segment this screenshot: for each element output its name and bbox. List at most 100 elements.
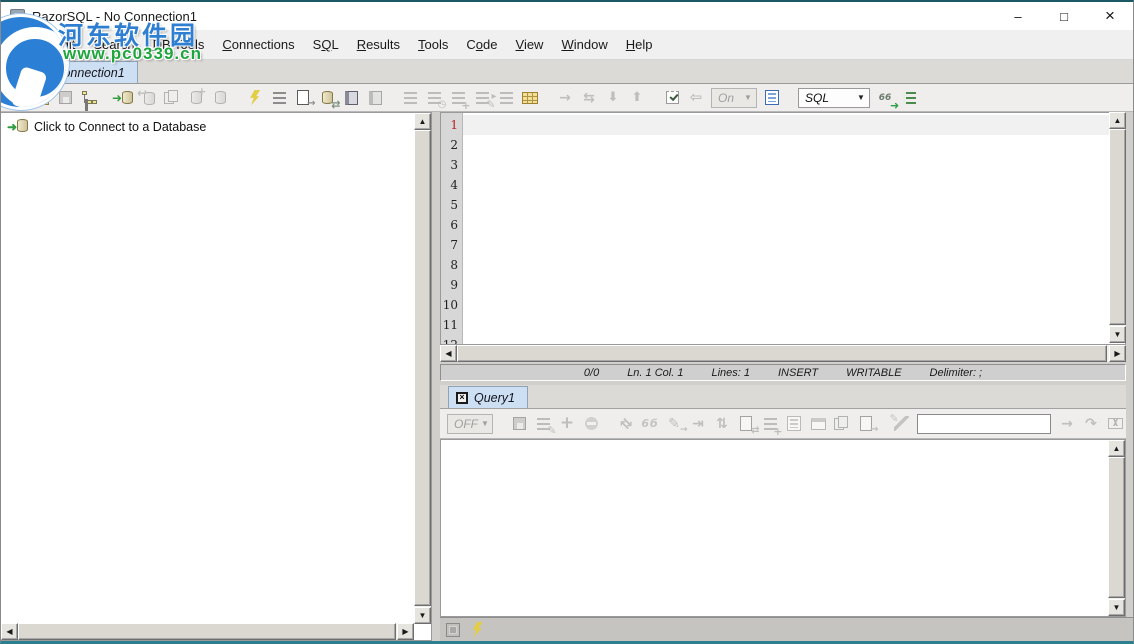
stop-query-icon[interactable]: [446, 623, 460, 637]
scroll-thumb[interactable]: [457, 345, 1107, 362]
commit-transaction-button[interactable]: [660, 86, 684, 110]
database-browser-button: [208, 86, 232, 110]
scroll-thumb[interactable]: [1108, 457, 1125, 598]
disconnect-database-icon: ↩: [139, 89, 158, 107]
search-next-icon: →: [1058, 415, 1077, 433]
menu-db-tools[interactable]: DB Tools: [144, 33, 214, 56]
scroll-thumb[interactable]: [1109, 129, 1126, 325]
save-results-icon: [510, 415, 529, 433]
menu-help[interactable]: Help: [617, 33, 662, 56]
open-file-button[interactable]: [29, 86, 53, 110]
copy-with-headers-button: →: [854, 412, 878, 436]
minimize-button[interactable]: –: [995, 2, 1041, 30]
edit-table-data-button[interactable]: [518, 86, 542, 110]
status-delimiter: Delimiter: ;: [930, 367, 983, 379]
menu-code[interactable]: Code: [457, 33, 506, 56]
auto-commit-select-value: On: [718, 91, 734, 105]
menu-view[interactable]: View: [507, 33, 553, 56]
auto-commit-select: On▼: [711, 88, 757, 108]
scroll-right-button[interactable]: ▶: [397, 623, 414, 640]
scroll-up-button[interactable]: ▲: [414, 113, 431, 130]
sql-history-button[interactable]: [339, 86, 363, 110]
goto-line-button[interactable]: 66➜: [873, 86, 897, 110]
go-next-icon: →: [556, 89, 575, 107]
call-log-button[interactable]: [760, 86, 784, 110]
describe-object-button[interactable]: [267, 86, 291, 110]
scroll-thumb[interactable]: [18, 623, 396, 640]
connection-tab[interactable]: × No Connection1: [9, 61, 138, 83]
scroll-down-button[interactable]: ▼: [414, 607, 431, 624]
sql-editor[interactable]: [463, 113, 1125, 344]
scroll-left-button[interactable]: ◀: [440, 345, 457, 362]
scroll-up-button[interactable]: ▲: [1109, 112, 1126, 129]
menu-file[interactable]: File: [5, 33, 44, 56]
export-data-button[interactable]: →: [291, 86, 315, 110]
query-tab-label: Query1: [474, 391, 515, 405]
sort-results-button: ⇅: [710, 412, 734, 436]
results-vscrollbar[interactable]: ▲ ▼: [1108, 440, 1125, 616]
status-selection: 0/0: [584, 367, 599, 379]
query-results-area[interactable]: [440, 439, 1126, 617]
editor-vscrollbar[interactable]: ▲ ▼: [1109, 112, 1126, 343]
filter-results-button: ✎: [531, 412, 555, 436]
query-toolbar: OFF▼✎+⇄6б✎→⇥⇅⇄+→✎→↷+: [440, 409, 1126, 439]
move-down-button: ⬇: [601, 86, 625, 110]
column-options-button: [782, 412, 806, 436]
maximize-button[interactable]: □: [1041, 2, 1087, 30]
line-number: 10: [441, 295, 458, 315]
scroll-left-button[interactable]: ◀: [1, 623, 18, 640]
editor-hscrollbar[interactable]: ◀ ▶: [440, 345, 1126, 362]
statement-type-select[interactable]: SQL▼: [798, 88, 870, 108]
connections-hscrollbar[interactable]: ◀ ▶: [1, 623, 414, 640]
line-number: 5: [441, 195, 458, 215]
refresh-connection-icon: ⇄: [318, 89, 337, 107]
move-up-button: ⬆: [625, 86, 649, 110]
execute-sql-button[interactable]: [243, 86, 267, 110]
database-browser-icon: [211, 89, 230, 107]
menu-window[interactable]: Window: [552, 33, 616, 56]
line-number: 3: [441, 155, 458, 175]
connections-panel[interactable]: ➜Click to Connect to a Database ▲ ▼ ◀ ▶: [1, 112, 432, 641]
menu-edit[interactable]: Edit: [44, 33, 84, 56]
scroll-thumb[interactable]: [414, 130, 431, 606]
email-results-button: [1103, 412, 1127, 436]
scroll-down-button[interactable]: ▼: [1108, 599, 1125, 616]
disconnect-database-button: ↩: [136, 86, 160, 110]
scroll-right-button[interactable]: ▶: [1109, 345, 1126, 362]
query-tab[interactable]: × Query1: [448, 386, 528, 408]
tree-item-connect[interactable]: ➜Click to Connect to a Database: [1, 113, 431, 134]
menu-search[interactable]: Search: [84, 33, 143, 56]
toggle-line-numbers-button[interactable]: [897, 86, 921, 110]
connection-tab-label: No Connection1: [35, 66, 125, 80]
scroll-down-button[interactable]: ▼: [1109, 326, 1126, 343]
chevron-down-icon: ▼: [853, 89, 869, 107]
window-title: RazorSQL - No Connection1: [32, 9, 197, 24]
new-file-button[interactable]: [5, 86, 29, 110]
move-down-icon: ⬇: [604, 89, 623, 107]
format-results-icon: ✎: [892, 415, 911, 433]
edit-cell-button: ✎→: [662, 412, 686, 436]
status-insert-mode: INSERT: [778, 367, 818, 379]
update-row-icon: ✎: [473, 89, 492, 107]
refresh-results-icon: ⇄: [617, 415, 636, 433]
tab-close-icon[interactable]: ×: [456, 392, 468, 404]
connect-database-button[interactable]: ➜: [112, 86, 136, 110]
panel-splitter[interactable]: [432, 112, 440, 641]
connection-manager-button[interactable]: [77, 86, 101, 110]
close-button[interactable]: ×: [1087, 2, 1133, 30]
remove-row-icon: [582, 415, 601, 433]
insert-row-icon: ▸: [497, 89, 516, 107]
duplicate-connection-icon: [163, 89, 182, 107]
search-results-input[interactable]: [917, 414, 1051, 434]
tab-close-icon[interactable]: ×: [17, 67, 29, 79]
menu-sql[interactable]: SQL: [304, 33, 348, 56]
refresh-connection-button[interactable]: ⇄: [315, 86, 339, 110]
connect-database-icon: ➜: [10, 119, 28, 134]
menu-connections[interactable]: Connections: [213, 33, 303, 56]
connections-vscrollbar[interactable]: ▲ ▼: [414, 113, 431, 624]
scroll-up-button[interactable]: ▲: [1108, 440, 1125, 457]
current-line-highlight: [463, 115, 1125, 135]
query-status-bar: [440, 617, 1134, 641]
menu-results[interactable]: Results: [348, 33, 409, 56]
menu-tools[interactable]: Tools: [409, 33, 457, 56]
